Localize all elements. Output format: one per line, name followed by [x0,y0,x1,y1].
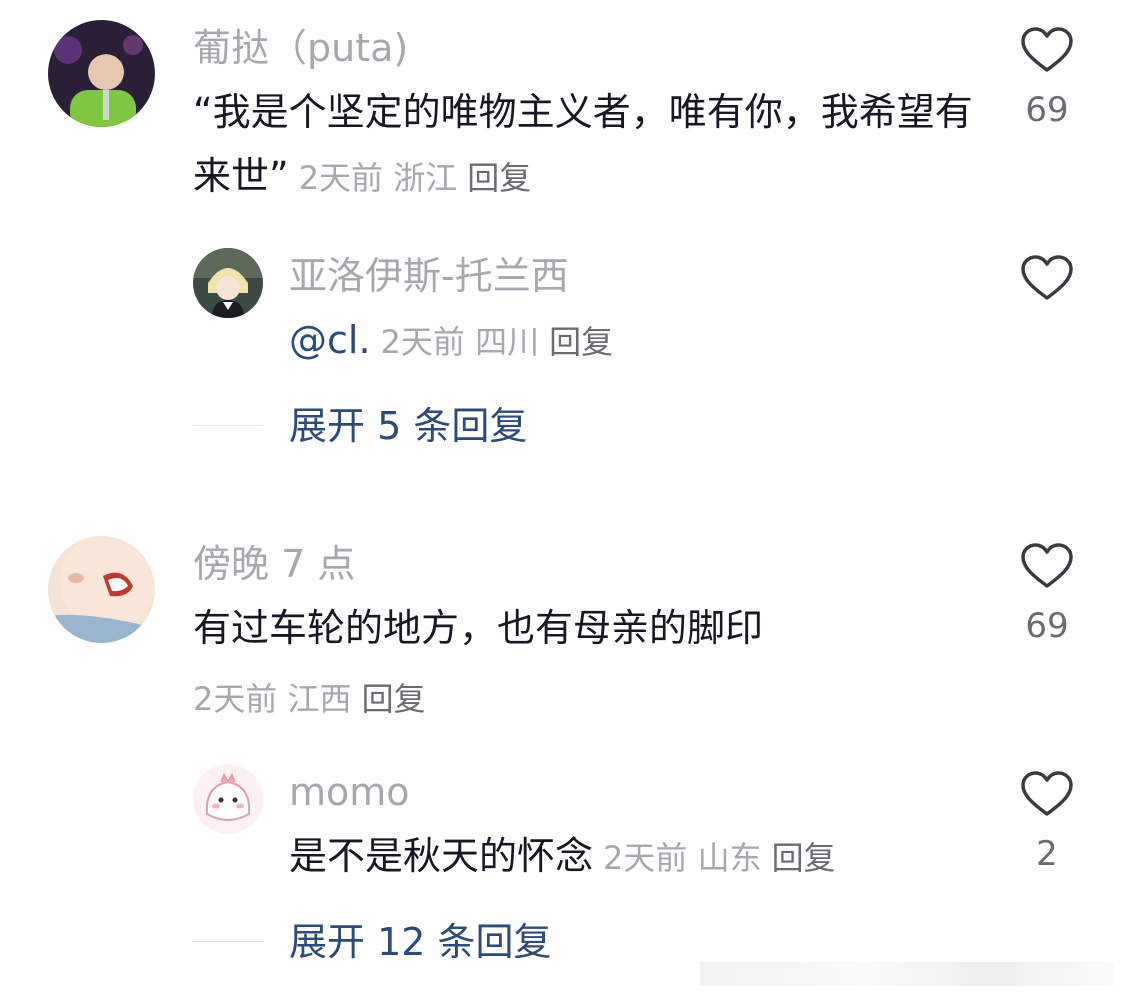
avatar-image [48,536,155,643]
like-count: 2 [1036,834,1058,874]
avatar[interactable] [48,20,155,127]
reply-author[interactable]: momo [289,768,410,816]
like-button[interactable]: 69 [1017,26,1077,130]
reply-location: 山东 [697,839,762,877]
avatar-image [193,248,263,318]
heart-outline-icon [1021,543,1073,588]
like-button[interactable] [1017,254,1077,318]
reply-button[interactable]: 回复 [772,839,836,877]
reply-meta: 2天前 山东 回复 [603,839,836,877]
reply-button[interactable]: 回复 [362,680,426,718]
expand-replies-button[interactable]: 展开 12 条回复 [289,918,552,966]
avatar[interactable] [193,764,263,834]
avatar-image [193,764,263,834]
expand-divider [193,941,263,942]
comment-meta: 2天前 浙江 回复 [299,159,532,197]
like-button[interactable]: 69 [1017,542,1077,646]
reply-text[interactable]: @cl. [289,318,371,362]
comment-location: 浙江 [393,159,458,197]
comment-time: 2天前 [298,159,384,197]
reply-location: 四川 [475,323,540,361]
reply-body: 是不是秋天的怀念 2天前 山东 回复 [289,824,989,890]
reply-time: 2天前 [380,323,465,361]
avatar[interactable] [48,536,155,643]
reply-button[interactable]: 回复 [467,159,531,197]
expand-divider [193,425,263,426]
comment-meta-line: 2天前 江西 回复 [193,680,426,718]
reply-time: 2天前 [603,839,688,877]
reply-text: 是不是秋天的怀念 [289,834,594,878]
avatar-image [48,20,155,127]
reply-button[interactable]: 回复 [549,323,613,361]
expand-replies-button[interactable]: 展开 5 条回复 [289,402,527,450]
comment-author[interactable]: 葡挞（puta) [193,24,408,72]
heart-outline-icon [1021,27,1073,72]
like-button[interactable]: 2 [1017,770,1077,874]
comment-location: 江西 [287,680,352,718]
like-count: 69 [1025,90,1069,130]
comment-body: “我是个坚定的唯物主义者，唯有你，我希望有来世” 2天前 浙江 回复 [193,80,973,210]
comment-meta: 2天前 江西 回复 [183,675,426,729]
heart-outline-icon [1021,255,1073,300]
comment-text: 有过车轮的地方，也有母亲的脚印 [193,606,764,650]
reply-meta: 2天前 四川 回复 [381,323,614,361]
watermark-blur [700,962,1115,986]
like-count: 69 [1025,606,1069,646]
avatar[interactable] [193,248,263,318]
comment-author[interactable]: 傍晚 7 点 [193,540,355,588]
reply-author[interactable]: 亚洛伊斯-托兰西 [289,252,569,300]
comment-time: 2天前 [193,680,278,718]
reply-body: @cl. 2天前 四川 回复 [289,308,989,374]
heart-outline-icon [1021,771,1073,816]
